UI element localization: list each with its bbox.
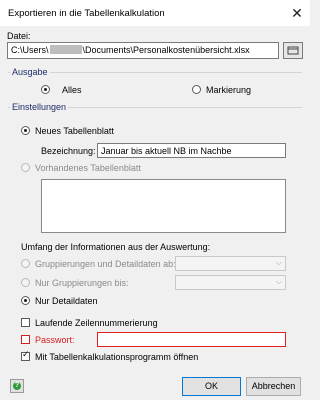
bezeichnung-value: Januar bis aktuell NB im Nachbe — [101, 146, 232, 156]
radio-markierung-label: Markierung — [206, 85, 252, 95]
file-path-field[interactable]: C:\Users\ \Documents\Personalkostenübersi… — [7, 42, 279, 59]
close-icon[interactable]: ✕ — [287, 3, 307, 23]
redacted-username — [49, 45, 82, 54]
bezeichnung-label: Bezeichnung: — [41, 146, 96, 156]
file-label: Datei: — [7, 31, 31, 41]
line-numbering-label: Laufende Zeilennummerierung — [35, 318, 158, 328]
window-title: Exportieren in die Tabellenkalkulation — [8, 8, 165, 19]
ausgabe-divider — [8, 72, 302, 73]
ok-button[interactable]: OK — [182, 377, 241, 396]
radio-existing-sheet-label: Vorhandenes Tabellenblatt — [35, 163, 141, 173]
grouping-detail-select[interactable]: ⌵ — [175, 256, 286, 271]
radio-markierung[interactable] — [192, 85, 201, 94]
radio-detail-only[interactable] — [21, 296, 30, 305]
file-path-prefix: C:\Users\ — [11, 45, 49, 55]
open-program-checkbox[interactable] — [21, 350, 30, 361]
help-icon: ? — [13, 382, 21, 390]
folder-icon — [287, 46, 299, 55]
radio-grouping-only[interactable] — [21, 278, 30, 287]
radio-grouping-only-label: Nur Gruppierungen bis: — [35, 278, 129, 288]
radio-new-sheet[interactable] — [21, 126, 30, 135]
umfang-label: Umfang der Informationen aus der Auswert… — [21, 242, 211, 252]
help-button[interactable]: ? — [10, 379, 24, 393]
password-input[interactable] — [97, 332, 286, 347]
radio-existing-sheet[interactable] — [21, 163, 30, 172]
radio-alles-label: Alles — [62, 85, 82, 95]
bezeichnung-input[interactable]: Januar bis aktuell NB im Nachbe — [97, 143, 286, 158]
grouping-only-select[interactable]: ⌵ — [175, 275, 286, 290]
radio-grouping-detail[interactable] — [21, 259, 30, 268]
open-program-label: Mit Tabellenkalkulationsprogramm öffnen — [35, 352, 199, 362]
line-numbering-checkbox[interactable] — [21, 318, 30, 327]
existing-sheet-list[interactable] — [41, 179, 286, 233]
radio-alles[interactable] — [41, 85, 50, 94]
einstellungen-title: Einstellungen — [10, 102, 69, 112]
radio-grouping-detail-label: Gruppierungen und Detaildaten ab: — [35, 259, 176, 269]
chevron-down-icon: ⌵ — [275, 258, 282, 267]
password-checkbox[interactable] — [21, 335, 30, 344]
file-path-suffix: \Documents\Personalkostenübersicht.xlsx — [82, 45, 250, 55]
radio-new-sheet-label: Neues Tabellenblatt — [35, 126, 114, 136]
password-label: Passwort: — [35, 335, 75, 345]
browse-button[interactable] — [283, 42, 303, 59]
chevron-down-icon: ⌵ — [275, 277, 282, 286]
radio-detail-only-label: Nur Detaildaten — [35, 296, 98, 306]
cancel-button[interactable]: Abbrechen — [246, 377, 301, 396]
ausgabe-title: Ausgabe — [10, 67, 50, 77]
